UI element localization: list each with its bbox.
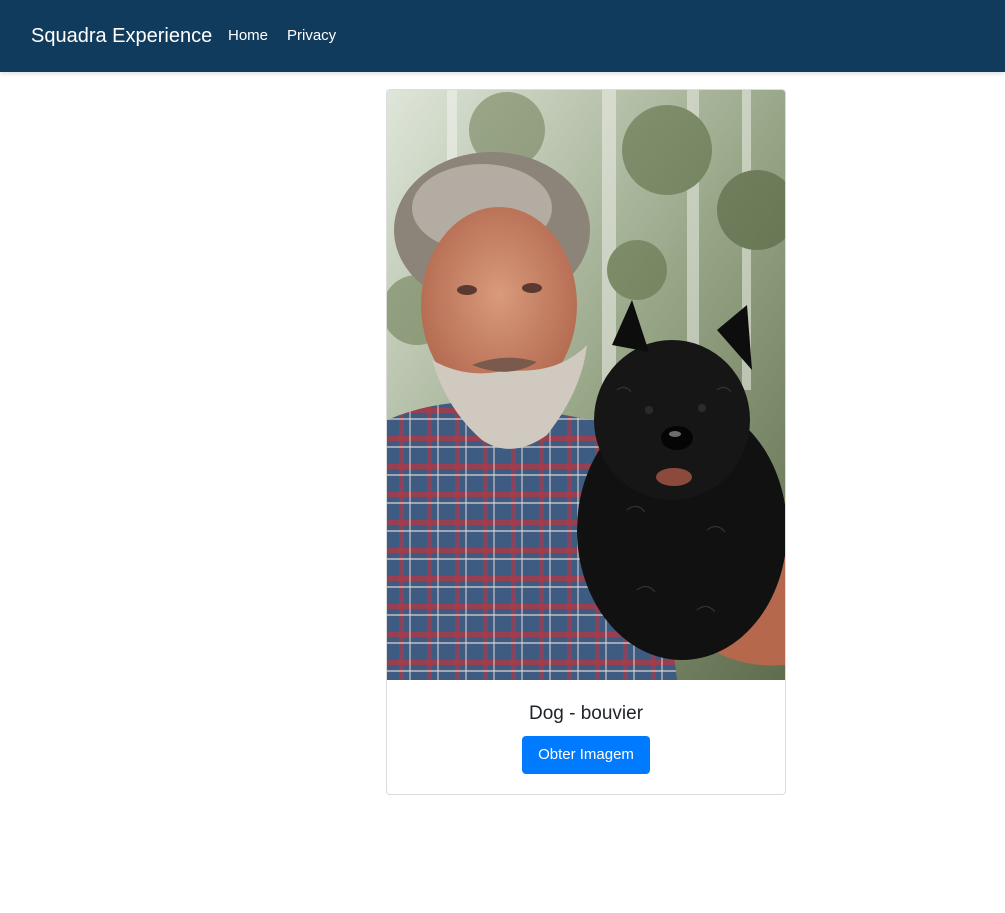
nav-link-privacy[interactable]: Privacy	[287, 26, 336, 46]
card-title: Dog - bouvier	[528, 703, 644, 724]
dog-photo	[387, 90, 785, 680]
get-image-button[interactable]: Obter Imagem	[522, 736, 650, 774]
nav-link-home[interactable]: Home	[228, 26, 268, 46]
dog-card: Dog - bouvier Obter Imagem	[386, 89, 786, 795]
top-navbar: Squadra Experience Home Privacy	[0, 0, 1005, 72]
brand-link[interactable]: Squadra Experience	[31, 24, 212, 48]
